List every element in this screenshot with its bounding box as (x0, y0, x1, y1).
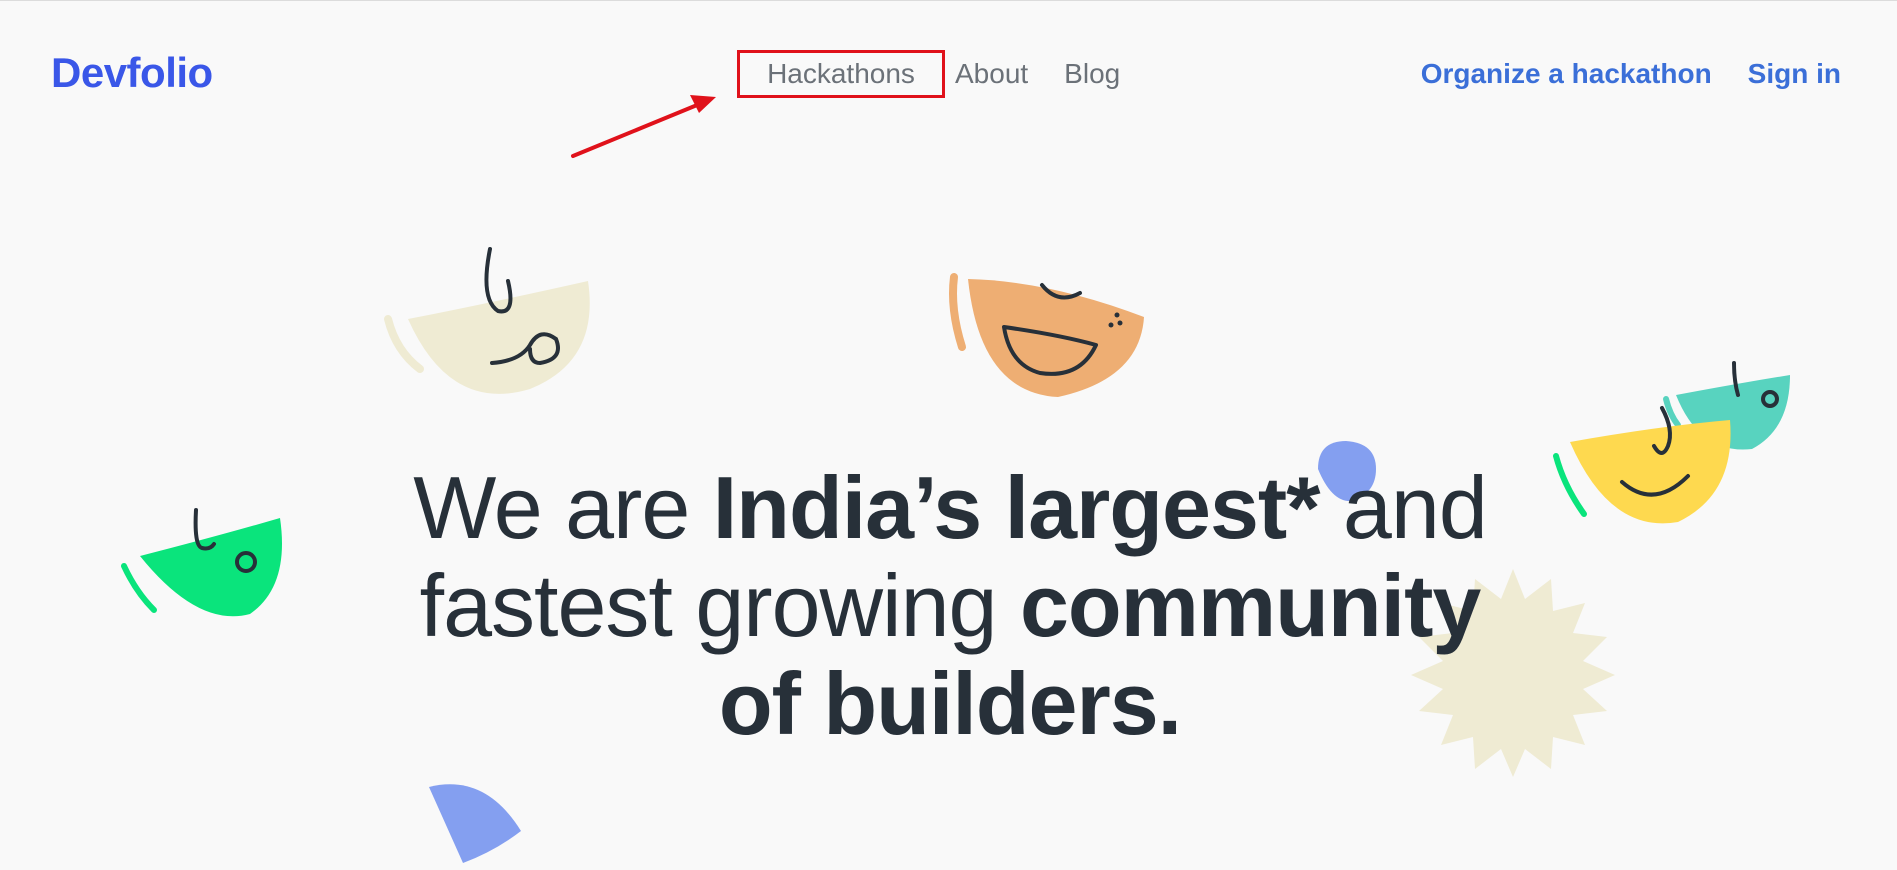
organize-hackathon-link[interactable]: Organize a hackathon (1421, 58, 1712, 90)
headline-line-2: fastest growing community (300, 557, 1600, 655)
headline-text: fastest growing (419, 556, 1020, 655)
headline-text: and (1319, 458, 1488, 557)
nav-about-link[interactable]: About (955, 58, 1028, 90)
devfolio-logo[interactable]: Devfolio (51, 49, 213, 97)
green-face-icon (121, 508, 282, 617)
nav-hackathons-link[interactable]: Hackathons (737, 50, 945, 98)
headline-text: We are (413, 458, 713, 557)
headline-underlined-word: community (1019, 556, 1481, 655)
nav-blog-link[interactable]: Blog (1064, 58, 1120, 90)
orange-face-icon (949, 273, 1144, 397)
headline-emphasis: India’s largest* (712, 458, 1321, 557)
blue-half-shape-icon (429, 784, 521, 863)
header-actions: Organize a hackathon Sign in (1421, 48, 1841, 100)
main-nav: Hackathons About Blog (737, 48, 1120, 100)
page: Devfolio Hackathons About Blog Organize … (0, 0, 1897, 870)
headline-line-1: We are India’s largest* and (300, 459, 1600, 557)
hero-headline: We are India’s largest* and fastest grow… (300, 459, 1600, 753)
headline-line-3: of builders. (718, 654, 1182, 753)
sign-in-link[interactable]: Sign in (1748, 58, 1841, 90)
beige-face-icon (384, 247, 590, 394)
